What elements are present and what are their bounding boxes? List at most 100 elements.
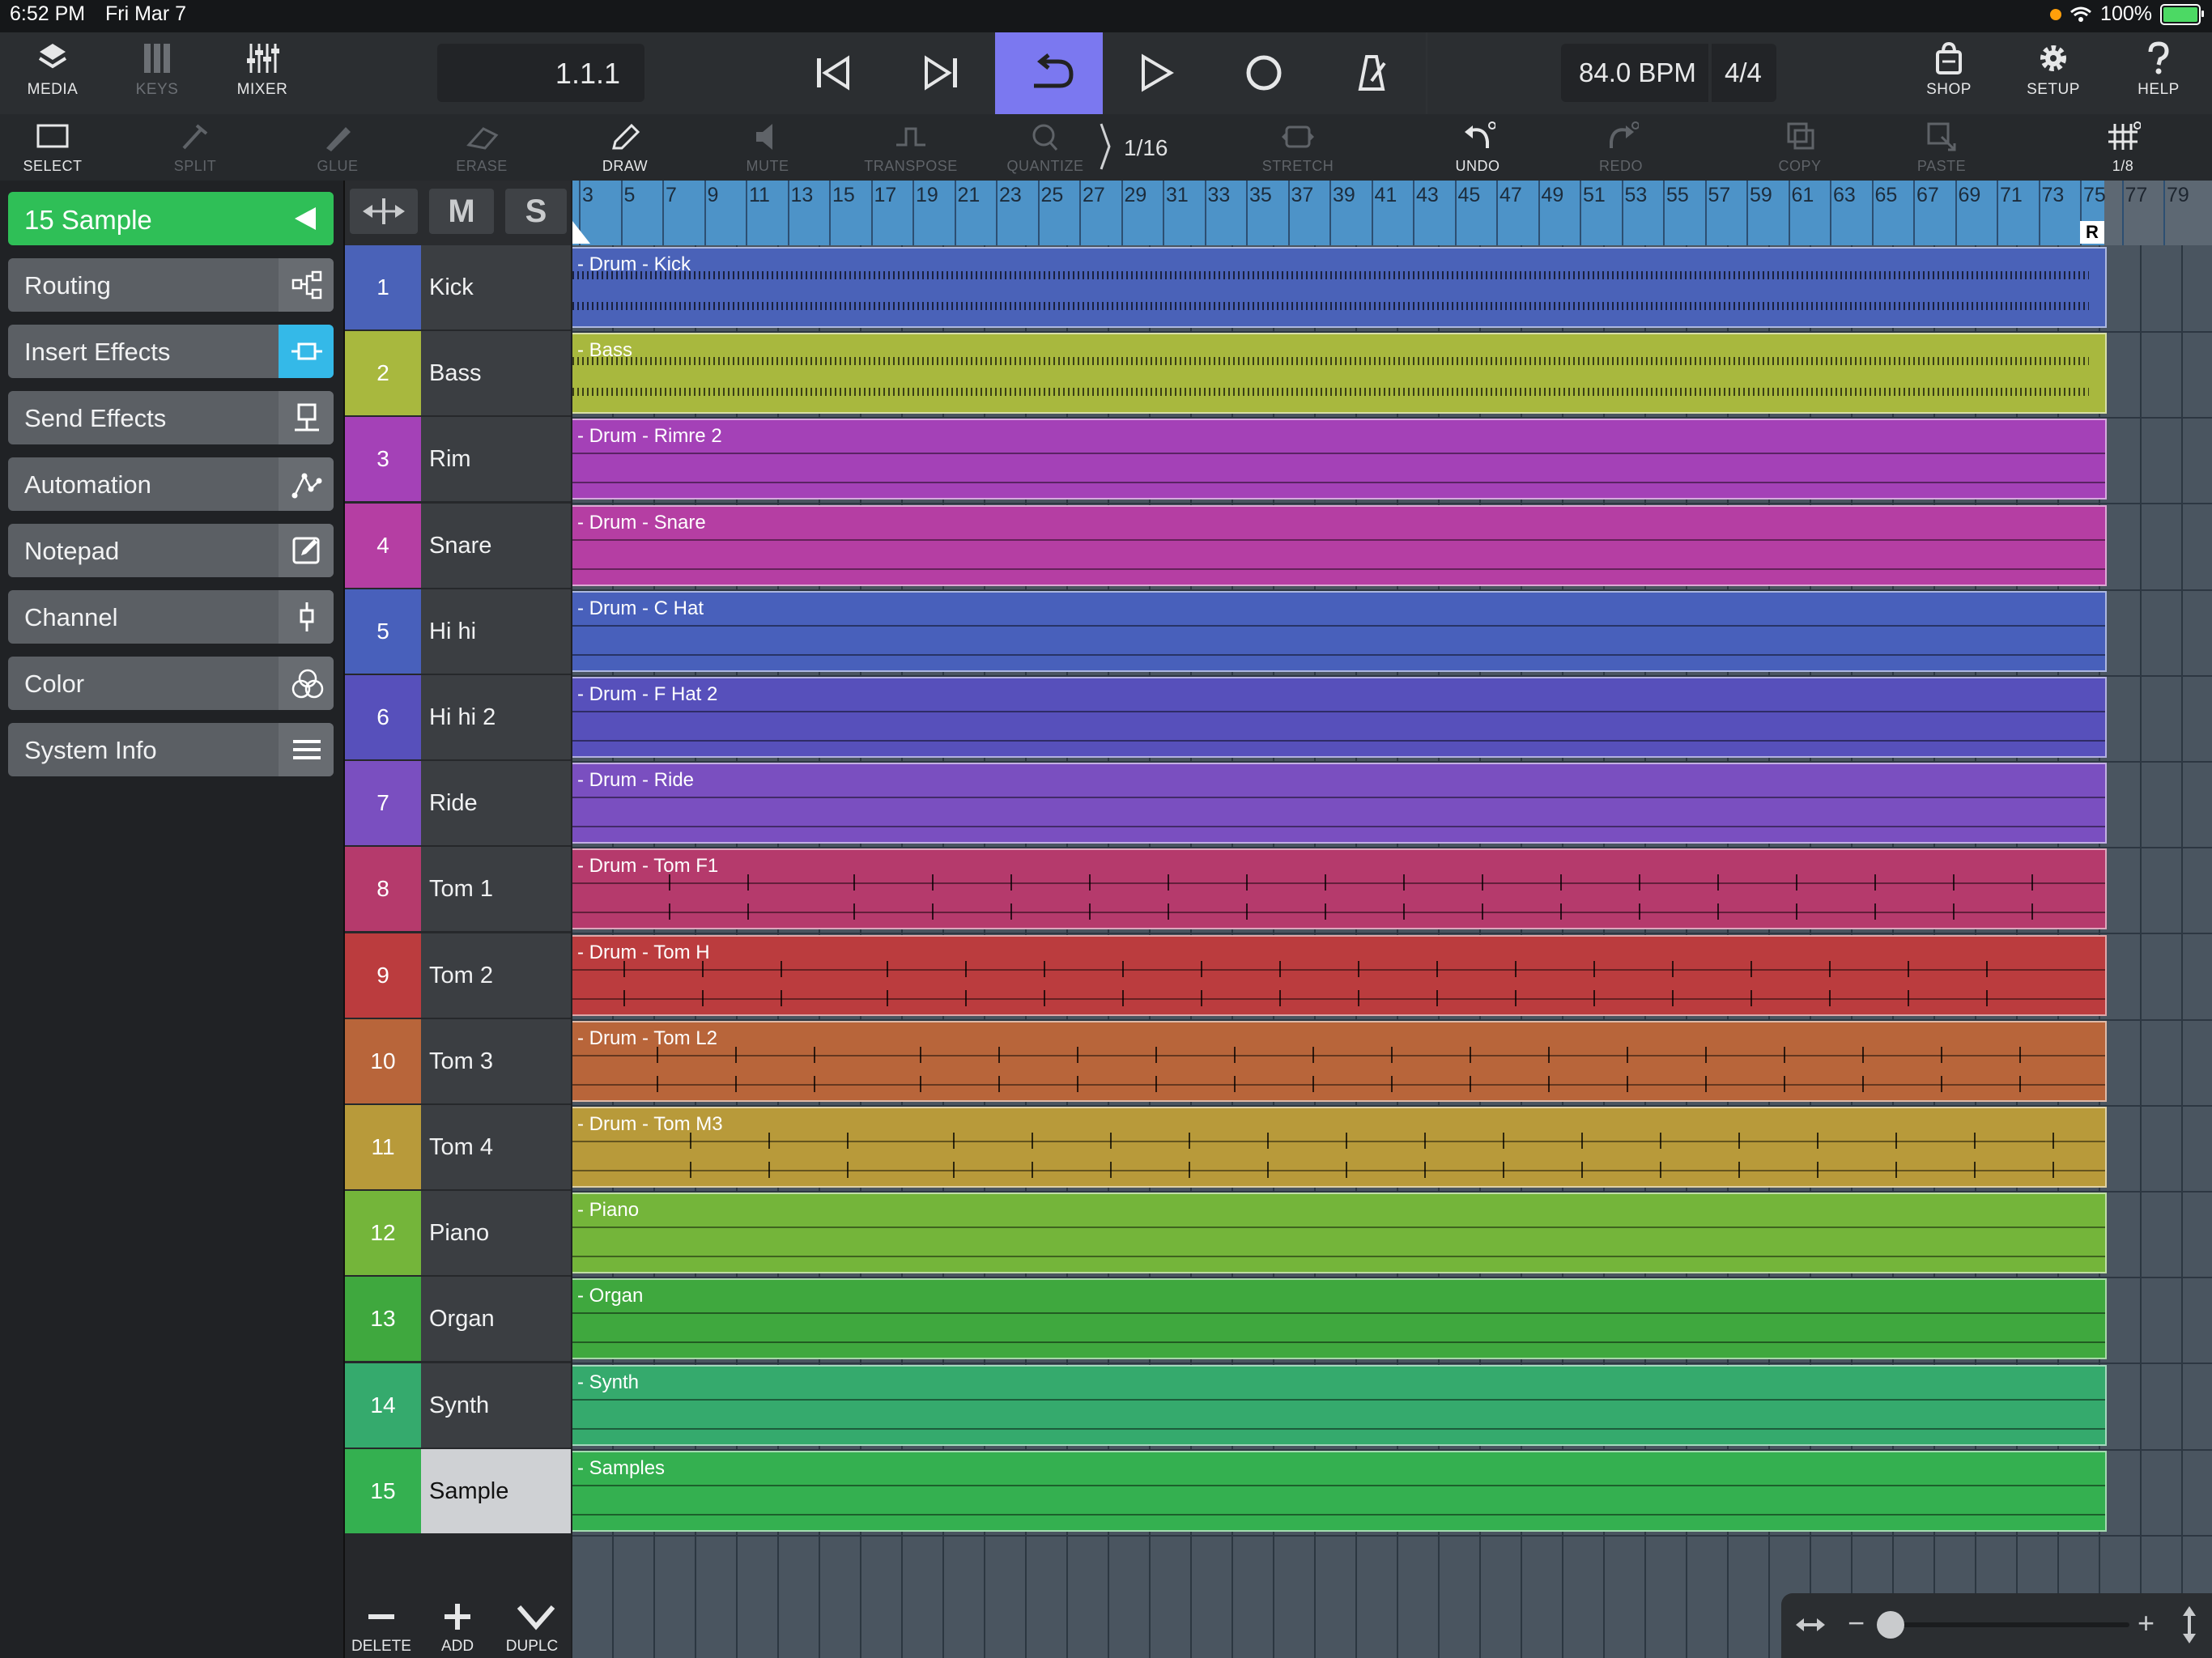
audio-region[interactable]: - Synth — [572, 1364, 2107, 1446]
track-number[interactable]: 14 — [345, 1363, 421, 1448]
rewind-to-start-button[interactable] — [780, 32, 887, 114]
track-lane[interactable]: - Drum - C Hat — [572, 589, 2212, 677]
inspector-automation[interactable]: Automation — [8, 457, 334, 511]
track-lane[interactable]: - Drum - Snare — [572, 504, 2212, 591]
track-header[interactable]: 5 Hi hi — [345, 589, 571, 674]
track-name-cell[interactable]: Organ — [421, 1277, 571, 1362]
track-number[interactable]: 15 — [345, 1448, 421, 1533]
track-header[interactable]: 12 Piano — [345, 1191, 571, 1276]
setup-button[interactable]: SETUP — [2005, 32, 2102, 114]
glue-tool[interactable]: GLUE — [277, 114, 398, 181]
selected-track-header[interactable]: 15 Sample — [8, 192, 334, 245]
track-name-cell[interactable]: Kick — [421, 245, 571, 329]
audio-region[interactable]: - Drum - Tom H — [572, 934, 2107, 1016]
audio-region[interactable]: - Piano — [572, 1192, 2107, 1274]
loop-start-marker[interactable] — [572, 221, 590, 244]
track-number[interactable]: 5 — [345, 589, 421, 674]
transpose-tool[interactable]: TRANSPOSE — [850, 114, 972, 181]
collapse-inspector-button[interactable] — [279, 192, 334, 245]
position-display[interactable]: 1.1.1 — [437, 44, 644, 102]
media-button[interactable]: MEDIA — [4, 32, 101, 114]
quantize-tool[interactable]: QUANTIZE — [985, 114, 1106, 181]
track-lane[interactable]: - Drum - Ride — [572, 761, 2212, 849]
track-number[interactable]: 1 — [345, 245, 421, 329]
inspector-routing[interactable]: Routing — [8, 258, 334, 312]
audio-region[interactable]: - Drum - Tom L2 — [572, 1020, 2107, 1102]
track-header[interactable]: 4 Snare — [345, 503, 571, 588]
stretch-tool[interactable]: STRETCH — [1237, 114, 1359, 181]
audio-region[interactable]: - Drum - Rimre 2 — [572, 419, 2107, 500]
track-number[interactable]: 4 — [345, 503, 421, 588]
track-name-cell[interactable]: Snare — [421, 503, 571, 588]
track-number[interactable]: 12 — [345, 1191, 421, 1276]
track-number[interactable]: 3 — [345, 417, 421, 502]
inspector-send-effects[interactable]: Send Effects — [8, 391, 334, 444]
track-number[interactable]: 11 — [345, 1105, 421, 1189]
track-name-cell[interactable]: Bass — [421, 331, 571, 416]
loop-end-marker[interactable]: R — [2080, 221, 2104, 244]
zoom-out-button[interactable]: − — [1848, 1606, 1865, 1640]
audio-region[interactable]: - Drum - Tom F1 — [572, 848, 2107, 930]
track-lane[interactable]: - Organ — [572, 1277, 2212, 1365]
track-header[interactable]: 9 Tom 2 — [345, 933, 571, 1018]
track-number[interactable]: 7 — [345, 761, 421, 846]
redo-button[interactable]: REDO — [1560, 114, 1682, 181]
inspector-channel[interactable]: Channel — [8, 590, 334, 644]
draw-tool[interactable]: DRAW — [564, 114, 686, 181]
track-name-cell[interactable]: Sample — [421, 1448, 571, 1533]
track-header[interactable]: 7 Ride — [345, 761, 571, 846]
track-number[interactable]: 13 — [345, 1277, 421, 1362]
mixer-button[interactable]: MIXER — [214, 32, 311, 114]
copy-button[interactable]: COPY — [1739, 114, 1861, 181]
help-button[interactable]: HELP — [2110, 32, 2207, 114]
track-lane[interactable]: - Drum - Kick — [572, 245, 2212, 333]
vertical-zoom-icon[interactable] — [2180, 1605, 2199, 1645]
inspector-system-info[interactable]: System Info — [8, 723, 334, 776]
inspector-notepad[interactable]: Notepad — [8, 524, 334, 577]
track-header[interactable]: 13 Organ — [345, 1277, 571, 1362]
track-header[interactable]: 1 Kick — [345, 245, 571, 329]
time-signature-display[interactable]: 4/4 — [1712, 44, 1776, 102]
track-number[interactable]: 9 — [345, 933, 421, 1018]
track-lane[interactable]: - Drum - F Hat 2 — [572, 675, 2212, 763]
track-header[interactable]: 11 Tom 4 — [345, 1105, 571, 1189]
split-tool[interactable]: SPLIT — [134, 114, 256, 181]
track-lane[interactable]: - Drum - Tom L2 — [572, 1019, 2212, 1107]
track-name-cell[interactable]: Piano — [421, 1191, 571, 1276]
audio-region[interactable]: - Samples — [572, 1450, 2107, 1532]
track-header[interactable]: 14 Synth — [345, 1363, 571, 1448]
arrangement-view[interactable]: 3 5 7 9 11 13 15 17 19 21 23 25 27 29 31 33 35 37 39 41 43 45… — [572, 181, 2212, 1658]
track-name-cell[interactable]: Ride — [421, 761, 571, 846]
quantize-value[interactable]: 1/16 — [1124, 135, 1168, 161]
track-number[interactable]: 2 — [345, 331, 421, 416]
metronome-button[interactable] — [1318, 32, 1426, 114]
track-header[interactable]: 6 Hi hi 2 — [345, 675, 571, 759]
track-lane[interactable]: - Drum - Tom H — [572, 933, 2212, 1021]
shop-button[interactable]: SHOP — [1900, 32, 1997, 114]
grid-snap-button[interactable]: 1/8 — [2062, 114, 2184, 181]
erase-tool[interactable]: ERASE — [421, 114, 542, 181]
zoom-in-button[interactable]: + — [2138, 1606, 2155, 1640]
timeline-ruler[interactable]: 3 5 7 9 11 13 15 17 19 21 23 25 27 29 31 33 35 37 39 41 43 45… — [572, 181, 2212, 245]
track-header[interactable]: 2 Bass — [345, 331, 571, 416]
delete-track-button[interactable]: DELETE — [345, 1589, 418, 1658]
track-number[interactable]: 8 — [345, 847, 421, 932]
track-header[interactable]: 8 Tom 1 — [345, 847, 571, 932]
audio-region[interactable]: - Drum - Ride — [572, 763, 2107, 844]
horizontal-zoom-icon[interactable] — [1794, 1613, 1827, 1637]
play-button[interactable] — [1103, 32, 1210, 114]
add-track-button[interactable]: ADD — [421, 1589, 494, 1658]
track-number[interactable]: 10 — [345, 1018, 421, 1103]
zoom-slider-thumb[interactable] — [1877, 1611, 1904, 1639]
keys-button[interactable]: KEYS — [108, 32, 206, 114]
track-name-cell[interactable]: Tom 4 — [421, 1105, 571, 1189]
track-name-cell[interactable]: Hi hi 2 — [421, 675, 571, 759]
audio-region[interactable]: - Drum - Kick — [572, 247, 2107, 328]
track-lane[interactable]: - Drum - Tom F1 — [572, 847, 2212, 935]
mute-tool[interactable]: MUTE — [707, 114, 828, 181]
record-button[interactable] — [1210, 32, 1318, 114]
paste-button[interactable]: PASTE — [1881, 114, 2002, 181]
track-header[interactable]: 10 Tom 3 — [345, 1018, 571, 1103]
inspector-color[interactable]: Color — [8, 657, 334, 710]
track-name-cell[interactable]: Tom 3 — [421, 1018, 571, 1103]
